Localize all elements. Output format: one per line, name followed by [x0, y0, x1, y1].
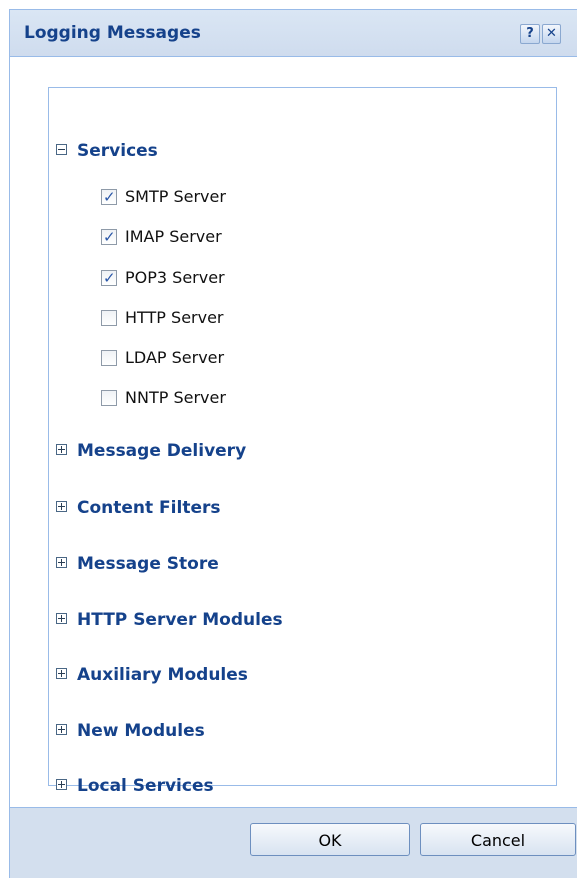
collapse-icon[interactable]: [56, 144, 67, 155]
group-message-store[interactable]: Message Store: [56, 552, 219, 576]
expand-icon[interactable]: [56, 668, 67, 679]
group-label: Auxiliary Modules: [77, 665, 248, 685]
checkbox-nntp-server[interactable]: NNTP Server: [101, 387, 226, 409]
logging-tree-panel: Services SMTP Server IMAP Server POP3 Se…: [48, 87, 557, 796]
checkbox-checked[interactable]: [101, 186, 117, 208]
group-http-server-modules[interactable]: HTTP Server Modules: [56, 608, 283, 632]
dialog-body: Services SMTP Server IMAP Server POP3 Se…: [10, 57, 577, 808]
expand-icon[interactable]: [56, 444, 67, 455]
group-content-filters[interactable]: Content Filters: [56, 496, 221, 520]
dialog-title: Logging Messages: [24, 23, 201, 43]
group-label: New Modules: [77, 721, 205, 741]
expand-icon[interactable]: [56, 557, 67, 568]
checkbox-label: SMTP Server: [125, 187, 226, 206]
checkbox-label: NNTP Server: [125, 388, 226, 407]
checkbox-smtp-server[interactable]: SMTP Server: [101, 186, 226, 208]
ok-button[interactable]: OK: [250, 823, 410, 856]
cancel-button[interactable]: Cancel: [420, 823, 576, 856]
checkbox-label: POP3 Server: [125, 268, 225, 287]
group-auxiliary-modules[interactable]: Auxiliary Modules: [56, 663, 248, 687]
checkbox-unchecked[interactable]: [101, 310, 117, 326]
checkbox-checked[interactable]: [101, 226, 117, 248]
expand-icon[interactable]: [56, 724, 67, 735]
checkbox-checked[interactable]: [101, 267, 117, 289]
group-label: HTTP Server Modules: [77, 610, 283, 630]
checkbox-label: IMAP Server: [125, 227, 222, 246]
group-new-modules[interactable]: New Modules: [56, 719, 205, 743]
checkbox-unchecked[interactable]: [101, 390, 117, 406]
checkbox-http-server[interactable]: HTTP Server: [101, 307, 224, 329]
dialog-titlebar[interactable]: Logging Messages ? ✕: [10, 10, 577, 57]
close-icon[interactable]: ✕: [542, 24, 561, 44]
checkbox-label: LDAP Server: [125, 348, 225, 367]
expand-icon[interactable]: [56, 613, 67, 624]
group-label: Services: [77, 141, 158, 161]
checkbox-imap-server[interactable]: IMAP Server: [101, 226, 222, 248]
expand-icon[interactable]: [56, 501, 67, 512]
expand-icon[interactable]: [56, 779, 67, 790]
group-message-delivery[interactable]: Message Delivery: [56, 439, 246, 463]
checkbox-pop3-server[interactable]: POP3 Server: [101, 267, 225, 289]
checkbox-label: HTTP Server: [125, 308, 224, 327]
logging-messages-dialog: Logging Messages ? ✕ Services SMTP Serve…: [9, 9, 577, 878]
group-services[interactable]: Services: [56, 139, 158, 163]
help-icon[interactable]: ?: [520, 24, 540, 44]
group-label: Local Services: [77, 776, 214, 796]
group-local-services[interactable]: Local Services: [56, 774, 214, 798]
group-label: Message Delivery: [77, 441, 247, 461]
group-label: Content Filters: [77, 498, 221, 518]
group-label: Message Store: [77, 554, 219, 574]
checkbox-unchecked[interactable]: [101, 350, 117, 366]
checkbox-ldap-server[interactable]: LDAP Server: [101, 347, 224, 369]
